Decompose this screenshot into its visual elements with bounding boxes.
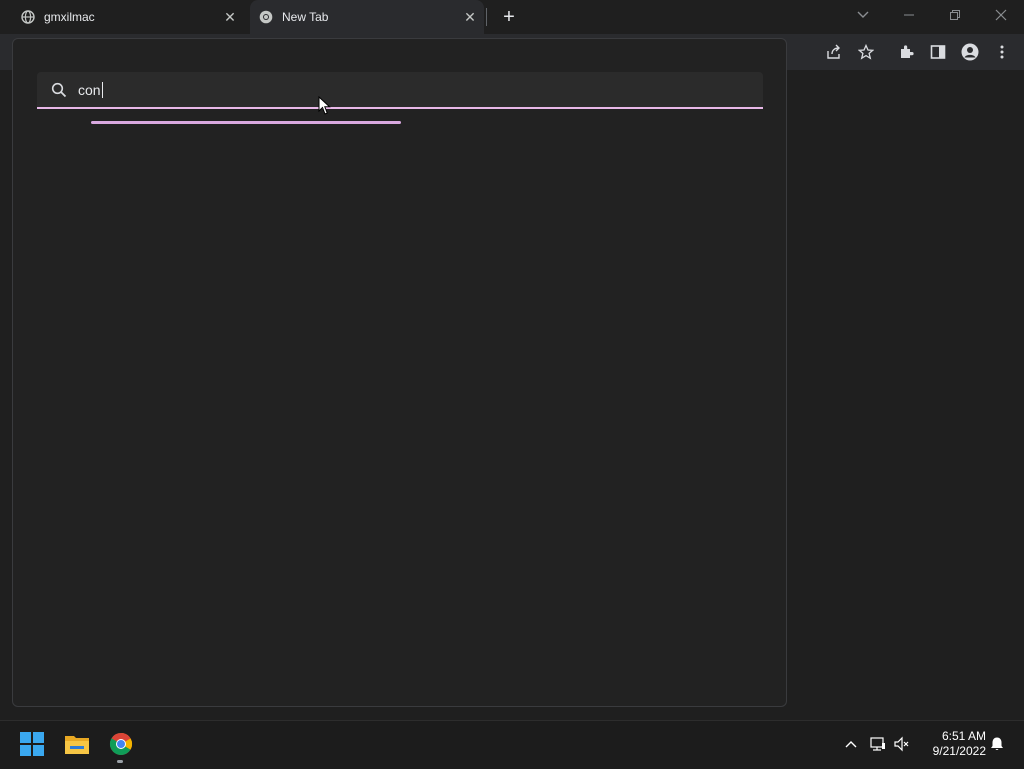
menu-kebab-icon[interactable] <box>992 42 1012 62</box>
minimize-button[interactable] <box>895 4 923 26</box>
globe-icon <box>20 9 36 25</box>
bookmark-star-icon[interactable] <box>856 42 876 62</box>
tab-separator <box>486 8 487 26</box>
show-hidden-icons-chevron-icon[interactable] <box>843 736 859 752</box>
chrome-taskbar-icon[interactable] <box>108 731 134 757</box>
side-panel-icon[interactable] <box>928 42 948 62</box>
share-icon[interactable] <box>824 42 844 62</box>
network-icon[interactable] <box>870 736 886 752</box>
chrome-icon <box>258 9 274 25</box>
tab-title: gmxilmac <box>44 10 95 24</box>
restore-button[interactable] <box>941 4 969 26</box>
running-app-indicator <box>117 760 123 763</box>
close-tab-icon[interactable]: ✕ <box>462 9 478 25</box>
search-input[interactable]: con <box>37 72 763 109</box>
tab-strip: gmxilmac ✕ New Tab ✕ + <box>0 0 1024 34</box>
extensions-icon[interactable] <box>896 42 916 62</box>
search-query-text: con <box>78 82 103 98</box>
search-popover: con <box>12 38 787 707</box>
clock-date: 9/21/2022 <box>932 744 986 758</box>
loading-progress-bar <box>91 121 401 124</box>
text-caret <box>101 82 103 98</box>
search-icon <box>51 82 67 98</box>
tab-new-tab[interactable]: New Tab ✕ <box>250 0 484 34</box>
taskbar-clock[interactable]: 6:51 AM 9/21/2022 <box>920 729 986 759</box>
volume-muted-icon[interactable] <box>894 736 910 752</box>
profile-icon[interactable] <box>960 42 980 62</box>
windows-start-icon[interactable] <box>19 731 45 757</box>
close-window-button[interactable] <box>987 4 1015 26</box>
new-tab-button[interactable]: + <box>498 6 520 28</box>
tab-search-icon[interactable] <box>849 4 877 26</box>
clock-time: 6:51 AM <box>941 729 986 743</box>
tab-title: New Tab <box>282 10 329 24</box>
mouse-cursor-icon <box>318 95 332 116</box>
notification-icon[interactable] <box>989 736 1005 752</box>
tab-gmxilmac[interactable]: gmxilmac ✕ <box>12 0 244 34</box>
file-explorer-icon[interactable] <box>64 731 90 757</box>
close-tab-icon[interactable]: ✕ <box>222 9 238 25</box>
